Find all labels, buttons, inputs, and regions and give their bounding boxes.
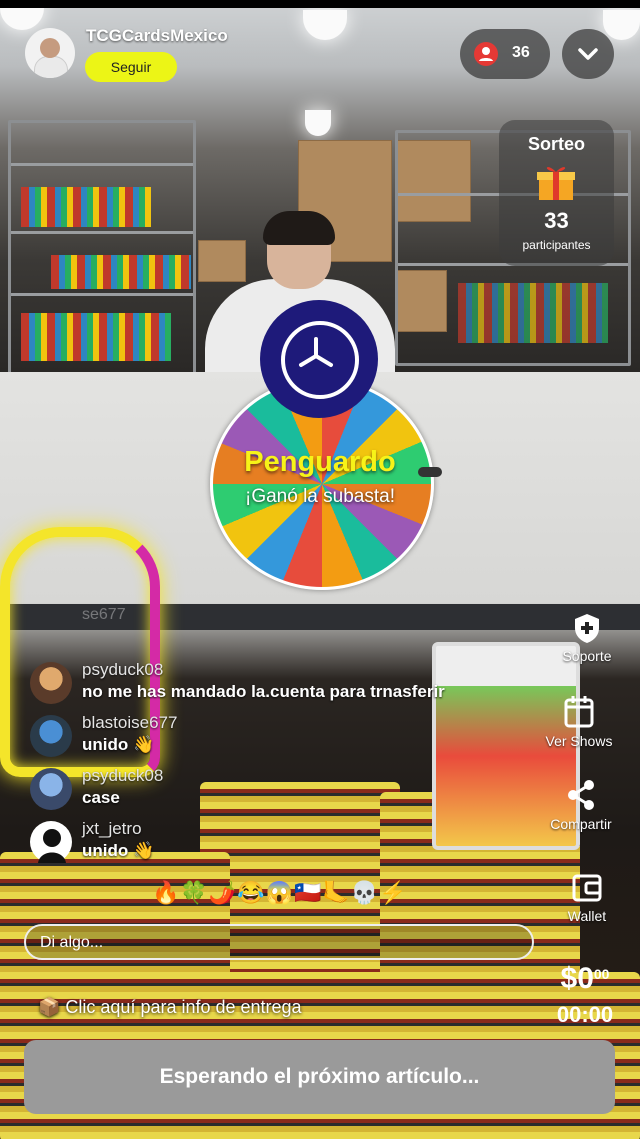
wheel-hub-icon [281, 321, 359, 399]
price-dollars: $0 [560, 962, 594, 995]
chat-message: blastoise677 unido 👋 [30, 713, 470, 759]
follow-button[interactable]: Seguir [85, 52, 177, 82]
support-label: Soporte [562, 648, 612, 664]
shows-label: Ver Shows [545, 733, 613, 749]
chat-text: unido 👋 [82, 841, 155, 860]
auction-timer: 00:00 [556, 1002, 614, 1027]
giveaway-title: Sorteo [527, 134, 585, 154]
viewer-count-pill[interactable]: 36 [460, 29, 550, 79]
chat-username[interactable]: jxt_jetro [82, 819, 142, 839]
wallet-button[interactable]: Wallet [542, 872, 632, 924]
chat-username[interactable]: psyduck08 [82, 766, 163, 786]
chat-text: case [82, 788, 120, 807]
support-button[interactable]: Soporte [542, 612, 632, 664]
status-strip [0, 0, 640, 8]
user-icon [474, 42, 498, 66]
delivery-info-link[interactable]: 📦 Clic aquí para info de entrega [38, 997, 302, 1018]
chat-text: no me has mandado la.cuenta para trnasfe… [82, 682, 445, 701]
chat-message: psyduck08 case [30, 766, 470, 812]
shield-icon [575, 614, 599, 643]
calendar-icon [564, 696, 594, 728]
faded-chat-user: se677 [82, 606, 126, 623]
chat-text: unido 👋 [82, 735, 155, 754]
current-price: $000 [540, 962, 630, 996]
wallet-label: Wallet [567, 908, 607, 924]
gift-icon [535, 162, 577, 202]
price-cents: 00 [593, 966, 610, 982]
chat-input[interactable]: Di algo... [24, 924, 534, 960]
giveaway-label: participantes [522, 238, 591, 252]
collapse-button[interactable] [562, 29, 614, 79]
giveaway-count: 33 [544, 208, 569, 233]
giveaway-card[interactable]: Sorteo 33 participantes [499, 120, 614, 266]
chat-username[interactable]: psyduck08 [82, 660, 163, 680]
viewer-count: 36 [512, 44, 530, 61]
chat-message: psyduck08 no me has mandado la.cuenta pa… [30, 660, 470, 706]
shows-button[interactable]: Ver Shows [534, 695, 624, 749]
winner-message: ¡Ganó la subasta! [245, 486, 395, 507]
chat-input-placeholder: Di algo... [40, 934, 104, 951]
host-avatar[interactable] [25, 28, 75, 78]
wallet-icon [572, 874, 602, 902]
host-name[interactable]: TCGCardsMexico [86, 26, 228, 46]
avatar[interactable] [30, 821, 72, 863]
avatar[interactable] [30, 662, 72, 704]
emoji-reactions[interactable]: 🔥🍀🌶️😂😱🇨🇱🦶💀⚡ [152, 880, 408, 906]
share-label: Compartir [550, 816, 612, 832]
waiting-next-item-button[interactable]: Esperando el próximo artículo... [24, 1040, 615, 1114]
share-icon [568, 780, 594, 810]
chat-username[interactable]: blastoise677 [82, 713, 177, 733]
avatar[interactable] [30, 715, 72, 757]
chevron-down-icon [578, 48, 598, 60]
avatar[interactable] [30, 768, 72, 810]
chat-message: jxt_jetro unido 👋 [30, 819, 470, 865]
share-button[interactable]: Compartir [536, 778, 626, 832]
winner-name: Penguardo [244, 446, 396, 478]
